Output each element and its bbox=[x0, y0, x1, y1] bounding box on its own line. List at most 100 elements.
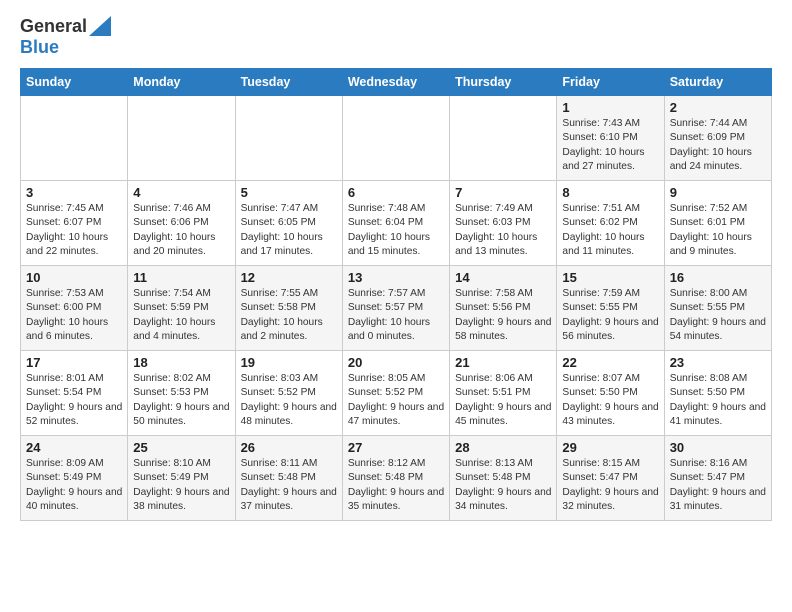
day-number: 19 bbox=[241, 355, 337, 370]
day-info: Sunrise: 7:53 AM Sunset: 6:00 PM Dayligh… bbox=[26, 287, 122, 344]
weekday-header-tuesday: Tuesday bbox=[235, 69, 342, 96]
calendar-week-3: 10 Sunrise: 7:53 AM Sunset: 6:00 PM Dayli… bbox=[21, 266, 772, 351]
calendar-week-5: 24 Sunrise: 8:09 AM Sunset: 5:49 PM Dayli… bbox=[21, 436, 772, 521]
day-number: 1 bbox=[562, 100, 658, 115]
calendar-cell: 2 Sunrise: 7:44 AM Sunset: 6:09 PM Daylig… bbox=[664, 96, 771, 181]
day-info: Sunrise: 8:13 AM Sunset: 5:48 PM Dayligh… bbox=[455, 457, 551, 514]
day-info: Sunrise: 7:58 AM Sunset: 5:56 PM Dayligh… bbox=[455, 287, 551, 344]
day-info: Sunrise: 7:48 AM Sunset: 6:04 PM Dayligh… bbox=[348, 202, 444, 259]
day-number: 14 bbox=[455, 270, 551, 285]
day-number: 20 bbox=[348, 355, 444, 370]
calendar-cell: 10 Sunrise: 7:53 AM Sunset: 6:00 PM Dayli… bbox=[21, 266, 128, 351]
calendar-cell: 14 Sunrise: 7:58 AM Sunset: 5:56 PM Dayli… bbox=[450, 266, 557, 351]
day-number: 22 bbox=[562, 355, 658, 370]
day-info: Sunrise: 7:44 AM Sunset: 6:09 PM Dayligh… bbox=[670, 117, 766, 174]
calendar-cell: 25Sunrise: 8:10 AM Sunset: 5:49 PM Dayli… bbox=[128, 436, 235, 521]
calendar-cell: 5 Sunrise: 7:47 AM Sunset: 6:05 PM Daylig… bbox=[235, 181, 342, 266]
day-info: Sunrise: 8:00 AM Sunset: 5:55 PM Dayligh… bbox=[670, 287, 766, 344]
day-number: 2 bbox=[670, 100, 766, 115]
weekday-header-friday: Friday bbox=[557, 69, 664, 96]
day-info: Sunrise: 8:09 AM Sunset: 5:49 PM Dayligh… bbox=[26, 457, 122, 514]
weekday-header-row: SundayMondayTuesdayWednesdayThursdayFrid… bbox=[21, 69, 772, 96]
day-info: Sunrise: 7:43 AM Sunset: 6:10 PM Dayligh… bbox=[562, 117, 658, 174]
calendar-cell: 22 Sunrise: 8:07 AM Sunset: 5:50 PM Dayli… bbox=[557, 351, 664, 436]
calendar-cell: 4 Sunrise: 7:46 AM Sunset: 6:06 PM Daylig… bbox=[128, 181, 235, 266]
day-info: Sunrise: 8:05 AM Sunset: 5:52 PM Dayligh… bbox=[348, 372, 444, 429]
calendar-cell: 27 Sunrise: 8:12 AM Sunset: 5:48 PM Dayli… bbox=[342, 436, 449, 521]
weekday-header-monday: Monday bbox=[128, 69, 235, 96]
calendar-cell: 18 Sunrise: 8:02 AM Sunset: 5:53 PM Dayli… bbox=[128, 351, 235, 436]
logo-general-text: General bbox=[20, 16, 87, 37]
day-number: 24 bbox=[26, 440, 122, 455]
day-info: Sunrise: 8:12 AM Sunset: 5:48 PM Dayligh… bbox=[348, 457, 444, 514]
day-info: Sunrise: 8:06 AM Sunset: 5:51 PM Dayligh… bbox=[455, 372, 551, 429]
day-number: 30 bbox=[670, 440, 766, 455]
day-number: 8 bbox=[562, 185, 658, 200]
day-number: 12 bbox=[241, 270, 337, 285]
weekday-header-saturday: Saturday bbox=[664, 69, 771, 96]
day-number: 3 bbox=[26, 185, 122, 200]
day-number: 21 bbox=[455, 355, 551, 370]
weekday-header-sunday: Sunday bbox=[21, 69, 128, 96]
calendar-cell: 11 Sunrise: 7:54 AM Sunset: 5:59 PM Dayli… bbox=[128, 266, 235, 351]
calendar-cell: 16Sunrise: 8:00 AM Sunset: 5:55 PM Dayli… bbox=[664, 266, 771, 351]
day-number: 28 bbox=[455, 440, 551, 455]
calendar-cell: 19Sunrise: 8:03 AM Sunset: 5:52 PM Dayli… bbox=[235, 351, 342, 436]
day-info: Sunrise: 7:51 AM Sunset: 6:02 PM Dayligh… bbox=[562, 202, 658, 259]
calendar-cell: 21 Sunrise: 8:06 AM Sunset: 5:51 PM Dayli… bbox=[450, 351, 557, 436]
day-number: 18 bbox=[133, 355, 229, 370]
calendar-cell: 7 Sunrise: 7:49 AM Sunset: 6:03 PM Daylig… bbox=[450, 181, 557, 266]
calendar-cell: 29 Sunrise: 8:15 AM Sunset: 5:47 PM Dayli… bbox=[557, 436, 664, 521]
calendar-cell bbox=[342, 96, 449, 181]
weekday-header-thursday: Thursday bbox=[450, 69, 557, 96]
day-info: Sunrise: 7:55 AM Sunset: 5:58 PM Dayligh… bbox=[241, 287, 337, 344]
day-info: Sunrise: 8:11 AM Sunset: 5:48 PM Dayligh… bbox=[241, 457, 337, 514]
day-info: Sunrise: 8:10 AM Sunset: 5:49 PM Dayligh… bbox=[133, 457, 229, 514]
day-number: 15 bbox=[562, 270, 658, 285]
day-number: 7 bbox=[455, 185, 551, 200]
calendar-cell bbox=[450, 96, 557, 181]
header: General Blue bbox=[20, 16, 772, 58]
day-number: 17 bbox=[26, 355, 122, 370]
day-info: Sunrise: 7:54 AM Sunset: 5:59 PM Dayligh… bbox=[133, 287, 229, 344]
day-number: 4 bbox=[133, 185, 229, 200]
day-info: Sunrise: 7:57 AM Sunset: 5:57 PM Dayligh… bbox=[348, 287, 444, 344]
calendar-cell: 13Sunrise: 7:57 AM Sunset: 5:57 PM Dayli… bbox=[342, 266, 449, 351]
day-info: Sunrise: 8:15 AM Sunset: 5:47 PM Dayligh… bbox=[562, 457, 658, 514]
logo: General Blue bbox=[20, 16, 111, 58]
day-number: 26 bbox=[241, 440, 337, 455]
day-number: 11 bbox=[133, 270, 229, 285]
day-number: 5 bbox=[241, 185, 337, 200]
calendar-cell bbox=[235, 96, 342, 181]
page: General Blue SundayMondayTuesdayWednesda… bbox=[0, 0, 792, 537]
day-number: 27 bbox=[348, 440, 444, 455]
calendar-cell: 6 Sunrise: 7:48 AM Sunset: 6:04 PM Daylig… bbox=[342, 181, 449, 266]
calendar-table: SundayMondayTuesdayWednesdayThursdayFrid… bbox=[20, 68, 772, 521]
day-number: 10 bbox=[26, 270, 122, 285]
calendar-cell: 30 Sunrise: 8:16 AM Sunset: 5:47 PM Dayli… bbox=[664, 436, 771, 521]
day-info: Sunrise: 7:59 AM Sunset: 5:55 PM Dayligh… bbox=[562, 287, 658, 344]
day-info: Sunrise: 7:47 AM Sunset: 6:05 PM Dayligh… bbox=[241, 202, 337, 259]
calendar-cell: 20 Sunrise: 8:05 AM Sunset: 5:52 PM Dayli… bbox=[342, 351, 449, 436]
day-info: Sunrise: 7:52 AM Sunset: 6:01 PM Dayligh… bbox=[670, 202, 766, 259]
day-info: Sunrise: 8:07 AM Sunset: 5:50 PM Dayligh… bbox=[562, 372, 658, 429]
calendar-cell bbox=[128, 96, 235, 181]
day-info: Sunrise: 8:08 AM Sunset: 5:50 PM Dayligh… bbox=[670, 372, 766, 429]
day-info: Sunrise: 7:49 AM Sunset: 6:03 PM Dayligh… bbox=[455, 202, 551, 259]
day-info: Sunrise: 7:46 AM Sunset: 6:06 PM Dayligh… bbox=[133, 202, 229, 259]
day-info: Sunrise: 8:02 AM Sunset: 5:53 PM Dayligh… bbox=[133, 372, 229, 429]
day-info: Sunrise: 8:16 AM Sunset: 5:47 PM Dayligh… bbox=[670, 457, 766, 514]
calendar-cell: 15 Sunrise: 7:59 AM Sunset: 5:55 PM Dayli… bbox=[557, 266, 664, 351]
day-number: 29 bbox=[562, 440, 658, 455]
logo-blue-text: Blue bbox=[20, 37, 59, 57]
calendar-cell: 3 Sunrise: 7:45 AM Sunset: 6:07 PM Daylig… bbox=[21, 181, 128, 266]
calendar-cell: 28 Sunrise: 8:13 AM Sunset: 5:48 PM Dayli… bbox=[450, 436, 557, 521]
calendar-cell: 26 Sunrise: 8:11 AM Sunset: 5:48 PM Dayli… bbox=[235, 436, 342, 521]
calendar-cell: 17Sunrise: 8:01 AM Sunset: 5:54 PM Dayli… bbox=[21, 351, 128, 436]
calendar-cell: 9Sunrise: 7:52 AM Sunset: 6:01 PM Daylig… bbox=[664, 181, 771, 266]
day-number: 6 bbox=[348, 185, 444, 200]
calendar-cell: 8 Sunrise: 7:51 AM Sunset: 6:02 PM Daylig… bbox=[557, 181, 664, 266]
logo-icon bbox=[89, 16, 111, 36]
calendar-week-2: 3 Sunrise: 7:45 AM Sunset: 6:07 PM Daylig… bbox=[21, 181, 772, 266]
day-info: Sunrise: 7:45 AM Sunset: 6:07 PM Dayligh… bbox=[26, 202, 122, 259]
